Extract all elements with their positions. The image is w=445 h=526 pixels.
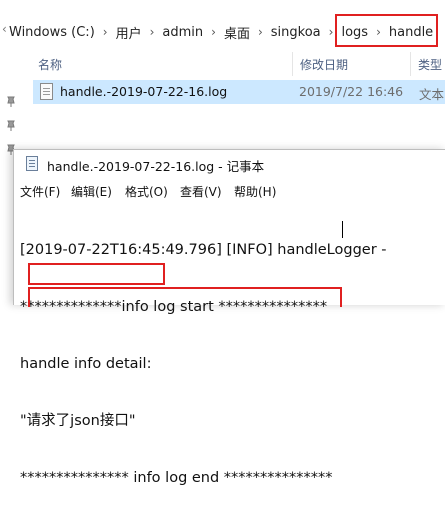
pin-icon <box>7 120 15 131</box>
column-header-row: 名称 修改日期 类型 <box>0 52 445 76</box>
file-modified-date: 2019/7/22 16:46 <box>299 84 404 99</box>
pin-icon <box>7 96 15 107</box>
breadcrumb-desktop[interactable]: 桌面 <box>224 23 250 42</box>
chevron-right-icon[interactable]: › <box>150 25 155 39</box>
notepad-menu-bar: 文件(F) 编辑(E) 格式(O) 查看(V) 帮助(H) <box>14 180 445 200</box>
column-header-name[interactable]: 名称 <box>38 56 62 73</box>
menu-file[interactable]: 文件(F) <box>20 183 60 200</box>
file-row[interactable]: handle.-2019-07-22-16.log 2019/7/22 16:4… <box>33 80 445 104</box>
menu-view[interactable]: 查看(V) <box>180 183 222 200</box>
notepad-title: handle.-2019-07-22-16.log - 记事本 <box>47 159 265 174</box>
text-caret <box>342 221 343 238</box>
menu-edit[interactable]: 编辑(E) <box>71 183 112 200</box>
notepad-window: handle.-2019-07-22-16.log - 记事本 文件(F) 编辑… <box>13 149 445 486</box>
chevron-right-icon[interactable]: › <box>329 25 334 39</box>
log-line: *************** info log end ***********… <box>20 470 333 486</box>
breadcrumb-windows-c[interactable]: Windows (C:) <box>9 25 95 40</box>
breadcrumb-admin[interactable]: admin <box>162 25 203 40</box>
file-type: 文本 <box>419 87 445 102</box>
message-highlight-box <box>28 263 165 285</box>
chevron-right-icon[interactable]: › <box>258 25 263 39</box>
column-divider[interactable] <box>292 52 293 76</box>
notepad-icon <box>26 156 38 171</box>
column-header-modified[interactable]: 修改日期 <box>300 56 348 73</box>
notepad-text-area[interactable]: [2019-07-22T16:45:49.796] [INFO] handleL… <box>20 203 445 526</box>
chevron-right-icon[interactable]: › <box>103 25 108 39</box>
log-line: "请求了json接口" <box>20 413 136 429</box>
column-header-type[interactable]: 类型 <box>418 56 442 73</box>
log-line: handle info detail: <box>20 356 152 372</box>
log-line: [2019-07-22T16:45:49.796] [INFO] handleL… <box>20 242 387 258</box>
path-highlight-box <box>335 14 438 47</box>
breadcrumb-users[interactable]: 用户 <box>116 23 142 42</box>
column-divider[interactable] <box>410 52 411 76</box>
chevron-right-icon[interactable]: › <box>211 25 216 39</box>
log-end-highlight-box <box>28 287 342 307</box>
file-name: handle.-2019-07-22-16.log <box>60 84 228 99</box>
breadcrumb-singkoa[interactable]: singkoa <box>271 25 321 40</box>
menu-help[interactable]: 帮助(H) <box>234 183 276 200</box>
text-file-icon <box>40 83 53 100</box>
notepad-title-bar[interactable]: handle.-2019-07-22-16.log - 记事本 <box>14 150 445 178</box>
menu-format[interactable]: 格式(O) <box>125 183 168 200</box>
